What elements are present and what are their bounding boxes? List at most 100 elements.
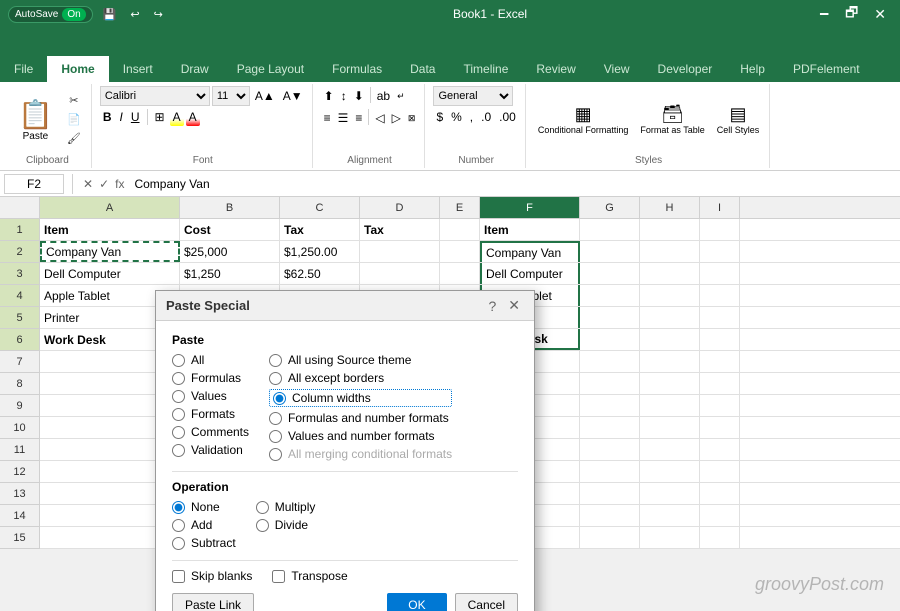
paste-option-comments[interactable]: Comments [172,425,249,439]
bold-button[interactable]: B [100,108,115,126]
cell-I2[interactable] [700,241,740,262]
cell-G2[interactable] [580,241,640,262]
cell-H9[interactable] [640,395,700,416]
cell-I9[interactable] [700,395,740,416]
cell-C1[interactable]: Tax [280,219,360,240]
tab-timeline[interactable]: Timeline [449,56,522,82]
paste-option-validation[interactable]: Validation [172,443,249,457]
cell-I4[interactable] [700,285,740,306]
row-num-4[interactable]: 4 [0,285,39,307]
confirm-formula-icon[interactable]: ✓ [97,177,111,191]
op-option-multiply[interactable]: Multiply [256,500,316,514]
paste-option-all_source[interactable]: All using Source theme [269,353,452,367]
formula-input[interactable] [130,177,896,191]
cell-G9[interactable] [580,395,640,416]
cell-I7[interactable] [700,351,740,372]
tab-home[interactable]: Home [47,56,108,82]
row-num-8[interactable]: 8 [0,373,39,395]
cell-H1[interactable] [640,219,700,240]
cut-button[interactable]: ✂ [63,92,85,109]
restore-button[interactable]: 🗗 [839,0,864,28]
cell-H15[interactable] [640,527,700,548]
align-right-button[interactable]: ≡ [352,109,365,127]
insert-function-icon[interactable]: fx [113,177,126,191]
dialog-close-button[interactable]: ✕ [504,297,524,314]
conditional-formatting-button[interactable]: ▦ Conditional Formatting [534,102,633,138]
paste-option-formulas[interactable]: Formulas [172,371,249,385]
paste-radio-formats[interactable] [172,408,185,421]
cell-E3[interactable] [440,263,480,284]
cell-I13[interactable] [700,483,740,504]
paste-radio-formulas[interactable] [172,372,185,385]
cell-I11[interactable] [700,439,740,460]
decrease-indent-button[interactable]: ◁ [372,109,387,127]
tab-file[interactable]: File [0,56,47,82]
paste-radio-values_numbers[interactable] [269,430,282,443]
cell-I8[interactable] [700,373,740,394]
paste-option-values[interactable]: Values [172,389,249,403]
op-radio-add[interactable] [172,519,185,532]
undo-button[interactable]: ↩ [126,6,143,23]
tab-review[interactable]: Review [522,56,589,82]
transpose-input[interactable] [272,570,285,583]
skip-blanks-checkbox[interactable]: Skip blanks [172,569,252,583]
paste-radio-all[interactable] [172,354,185,367]
cell-G7[interactable] [580,351,640,372]
row-num-10[interactable]: 10 [0,417,39,439]
cell-G8[interactable] [580,373,640,394]
cell-C2[interactable]: $1,250.00 [280,241,360,262]
row-num-1[interactable]: 1 [0,219,39,241]
paste-option-all[interactable]: All [172,353,249,367]
tab-insert[interactable]: Insert [109,56,167,82]
cell-G12[interactable] [580,461,640,482]
tab-formulas[interactable]: Formulas [318,56,396,82]
cell-I5[interactable] [700,307,740,328]
cell-H3[interactable] [640,263,700,284]
cell-H11[interactable] [640,439,700,460]
paste-button[interactable]: 📋 Paste [10,96,61,144]
op-radio-none[interactable] [172,501,185,514]
col-header-F[interactable]: F [480,197,580,218]
row-num-9[interactable]: 9 [0,395,39,417]
op-option-subtract[interactable]: Subtract [172,536,236,550]
cell-reference-input[interactable] [4,174,64,194]
op-radio-multiply[interactable] [256,501,269,514]
increase-font-button[interactable]: A▲ [252,87,278,105]
tab-pdfelement[interactable]: PDFelement [779,56,874,82]
cell-E1[interactable] [440,219,480,240]
paste-radio-merging_conditional[interactable] [269,448,282,461]
row-num-5[interactable]: 5 [0,307,39,329]
cell-A1[interactable]: Item [40,219,180,240]
cell-H5[interactable] [640,307,700,328]
cell-I10[interactable] [700,417,740,438]
cell-D1[interactable]: Tax [360,219,440,240]
cell-H13[interactable] [640,483,700,504]
cell-G14[interactable] [580,505,640,526]
cell-G6[interactable] [580,329,640,350]
cell-G4[interactable] [580,285,640,306]
font-size-select[interactable]: 11 [212,86,250,106]
font-name-select[interactable]: Calibri [100,86,210,106]
tab-page-layout[interactable]: Page Layout [223,56,318,82]
cell-B2[interactable]: $25,000 [180,241,280,262]
row-num-7[interactable]: 7 [0,351,39,373]
col-header-A[interactable]: A [40,197,180,218]
cell-I12[interactable] [700,461,740,482]
currency-button[interactable]: $ [433,108,446,126]
paste-radio-comments[interactable] [172,426,185,439]
merge-center-button[interactable]: ⊠ [405,109,419,127]
paste-radio-all_source[interactable] [269,354,282,367]
cell-H8[interactable] [640,373,700,394]
row-num-12[interactable]: 12 [0,461,39,483]
cell-G3[interactable] [580,263,640,284]
italic-button[interactable]: I [117,108,126,126]
paste-option-col_widths[interactable]: Column widths [269,389,452,407]
redo-button[interactable]: ↪ [150,6,167,23]
cell-G13[interactable] [580,483,640,504]
autosave-toggle[interactable]: AutoSave On [8,6,93,23]
copy-button[interactable]: 📄 [63,111,85,128]
increase-indent-button[interactable]: ▷ [389,109,404,127]
cell-I15[interactable] [700,527,740,548]
tab-developer[interactable]: Developer [644,56,727,82]
cell-G10[interactable] [580,417,640,438]
